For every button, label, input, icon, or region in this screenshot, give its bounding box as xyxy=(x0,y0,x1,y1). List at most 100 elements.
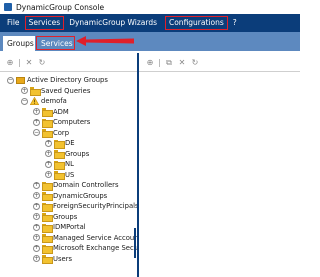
warning-icon xyxy=(30,97,39,105)
tree-node-microsoft-exchange-security[interactable]: + Microsoft Exchange Security xyxy=(33,243,137,254)
highlight-box xyxy=(36,36,75,50)
tree-node-nl[interactable]: + NL xyxy=(45,159,74,170)
tree-node-label: Managed Service Accounts xyxy=(53,233,137,242)
window-title: DynamicGroup Console xyxy=(16,2,105,12)
tree-node-computers[interactable]: + Computers xyxy=(33,117,91,128)
expand-icon[interactable]: + xyxy=(33,108,40,115)
tree-node-root[interactable]: − Active Directory Groups xyxy=(7,75,108,85)
tree-node-label: Microsoft Exchange Security xyxy=(53,244,137,252)
tree-node-users[interactable]: + Users xyxy=(33,254,72,264)
tree-node-groups[interactable]: + Groups xyxy=(33,212,77,222)
folder-icon xyxy=(42,202,53,212)
expand-icon[interactable]: + xyxy=(45,139,52,147)
ad-groups-tree: − Active Directory Groups + Saved Querie… xyxy=(0,73,137,277)
folder-icon xyxy=(42,192,53,201)
expand-icon[interactable]: + xyxy=(33,181,40,189)
folder-icon xyxy=(16,76,25,84)
add-icon[interactable]: ⊕ xyxy=(146,59,154,67)
folder-icon xyxy=(54,160,65,170)
tab-groups[interactable]: Groups xyxy=(3,36,35,51)
folder-icon xyxy=(42,213,53,222)
tree-scrollbar[interactable] xyxy=(134,228,136,258)
tree-node-idmportal[interactable]: + IDMPortal xyxy=(33,222,86,233)
collapse-icon[interactable]: − xyxy=(7,76,14,84)
tab-services[interactable]: Services xyxy=(36,36,75,51)
tree-node-label: demofa xyxy=(41,97,67,105)
tree-node-foreign-security-principals[interactable]: + ForeignSecurityPrincipals xyxy=(33,201,137,212)
title-bar: DynamicGroup Console xyxy=(0,0,300,14)
expand-icon[interactable]: + xyxy=(45,150,52,157)
expand-icon[interactable]: + xyxy=(33,118,40,126)
tree-node-us[interactable]: + US xyxy=(45,170,74,180)
add-icon[interactable]: ⊕ xyxy=(6,59,14,67)
tree-node-label: ForeignSecurityPrincipals xyxy=(53,202,137,210)
tree-node-managed-service-accounts[interactable]: + Managed Service Accounts xyxy=(33,233,137,243)
tree-node-label: Corp xyxy=(53,128,70,137)
folder-icon xyxy=(30,87,41,96)
folder-icon xyxy=(54,171,65,180)
delete-icon[interactable]: ✕ xyxy=(178,59,186,67)
copy-icon[interactable]: ⧉ xyxy=(165,59,173,67)
tree-node-dynamicgroups[interactable]: + DynamicGroups xyxy=(33,191,107,201)
expand-icon[interactable]: + xyxy=(33,255,40,262)
tree-node-corp[interactable]: − Corp xyxy=(33,128,69,138)
left-toolbar: ⊕ ✕ ↻ xyxy=(0,57,136,69)
right-toolbar: ⊕ ⧉ ✕ ↻ xyxy=(140,57,300,69)
app-icon xyxy=(4,3,12,11)
folder-icon xyxy=(42,244,53,254)
tree-node-label: Computers xyxy=(53,118,91,126)
tree-node-label: Users xyxy=(53,254,73,263)
collapse-icon[interactable]: − xyxy=(33,129,40,136)
tree-node-saved-queries[interactable]: + Saved Queries xyxy=(21,86,90,96)
expand-icon[interactable]: + xyxy=(45,160,52,168)
folder-icon xyxy=(54,139,65,149)
expand-icon[interactable]: + xyxy=(45,171,52,178)
tree-node-label: Saved Queries xyxy=(41,86,91,95)
folder-icon xyxy=(42,223,53,233)
folder-icon xyxy=(42,181,53,191)
menu-configurations[interactable]: Configurations xyxy=(164,16,228,30)
tree-node-label: Groups xyxy=(65,149,90,158)
pane-splitter[interactable] xyxy=(137,53,139,277)
expand-icon[interactable]: + xyxy=(21,87,28,94)
folder-icon xyxy=(42,129,53,138)
menu-file[interactable]: File xyxy=(3,16,24,30)
menu-help[interactable]: ? xyxy=(229,16,241,30)
divider xyxy=(0,71,137,72)
toolbar-separator xyxy=(19,59,20,67)
folder-icon xyxy=(42,255,53,264)
expand-icon[interactable]: + xyxy=(33,223,40,231)
tree-node-label: Domain Controllers xyxy=(53,181,119,189)
expand-icon[interactable]: + xyxy=(33,202,40,210)
tree-node-demofa[interactable]: − demofa xyxy=(21,96,67,106)
tree-node-label: DE xyxy=(65,139,75,147)
refresh-icon[interactable]: ↻ xyxy=(38,59,46,67)
menu-bar: File Services DynamicGroup Wizards Confi… xyxy=(0,14,300,32)
tree-node-label: Groups xyxy=(53,212,78,221)
divider xyxy=(139,71,300,72)
tree-node-domain-controllers[interactable]: + Domain Controllers xyxy=(33,180,119,191)
annotation-arrow xyxy=(76,36,134,46)
menu-dynamicgroup-wizards[interactable]: DynamicGroup Wizards xyxy=(65,16,161,30)
delete-icon[interactable]: ✕ xyxy=(25,59,33,67)
expand-icon[interactable]: + xyxy=(33,244,40,252)
tree-node-label: Active Directory Groups xyxy=(27,76,108,84)
collapse-icon[interactable]: − xyxy=(21,97,28,105)
tree-node-corp-groups[interactable]: + Groups xyxy=(45,149,89,159)
tree-node-adm[interactable]: + ADM xyxy=(33,107,69,117)
menu-services[interactable]: Services xyxy=(24,16,65,30)
toolbar-separator xyxy=(159,59,160,67)
tree-node-label: NL xyxy=(65,160,74,168)
expand-icon[interactable]: + xyxy=(33,234,40,241)
folder-icon xyxy=(42,108,53,117)
expand-icon[interactable]: + xyxy=(33,213,40,220)
folder-icon xyxy=(42,118,53,128)
tree-node-label: DynamicGroups xyxy=(53,191,108,200)
refresh-icon[interactable]: ↻ xyxy=(191,59,199,67)
tab-bar: Groups Services xyxy=(0,32,300,51)
folder-icon xyxy=(42,234,53,243)
expand-icon[interactable]: + xyxy=(33,192,40,199)
folder-icon xyxy=(54,150,65,159)
tree-node-label: US xyxy=(65,170,75,179)
tree-node-de[interactable]: + DE xyxy=(45,138,75,149)
